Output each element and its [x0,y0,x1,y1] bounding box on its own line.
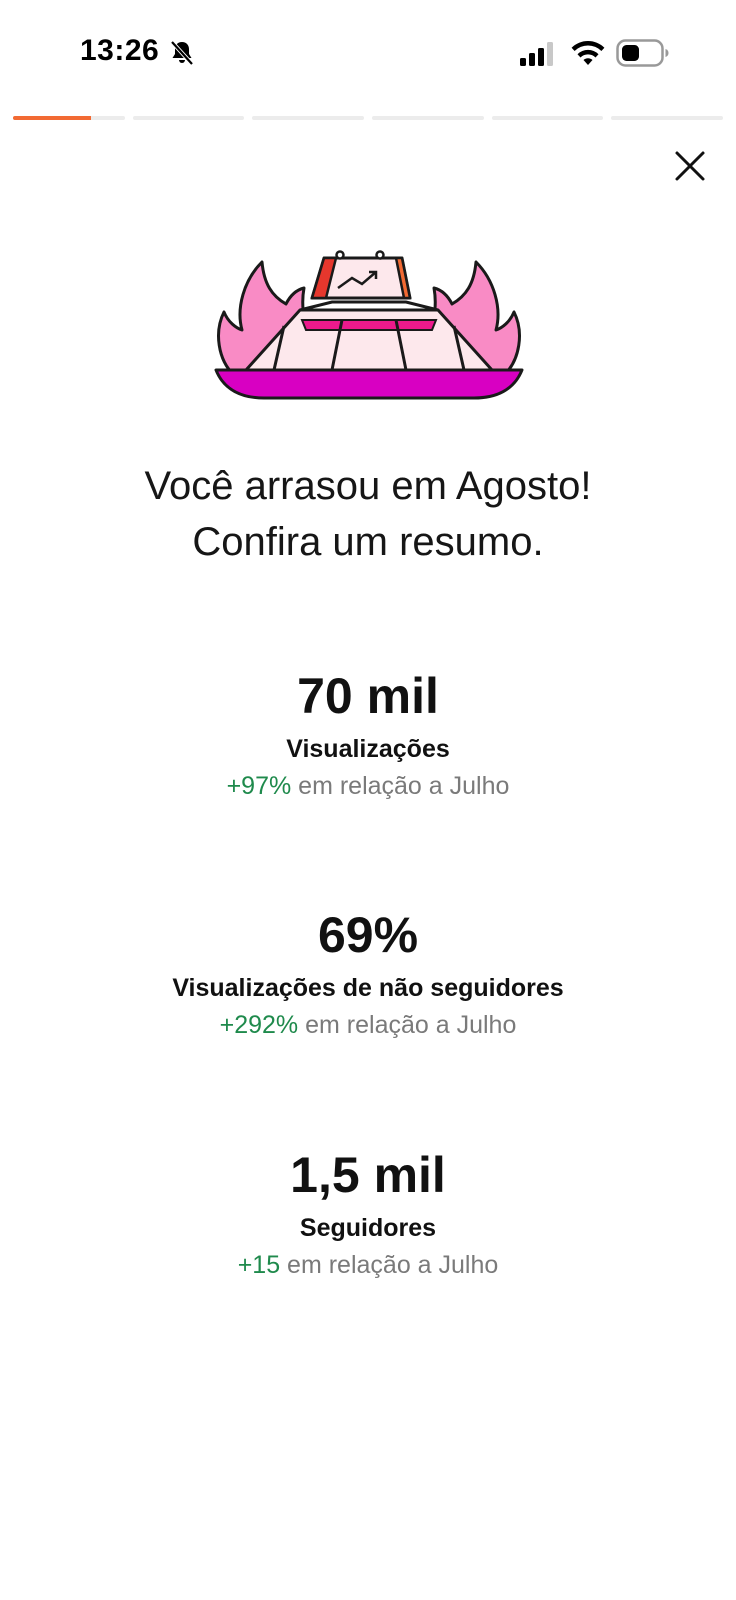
stat-change: +292% em relação a Julho [0,1009,736,1041]
stat-delta: +292% [219,1011,299,1039]
story-progress-bar [13,116,724,120]
stat-value: 70 mil [297,668,439,724]
status-time: 13:26 [80,34,160,67]
stat-comparison: em relação a Julho [291,772,510,800]
wifi-icon [571,41,605,65]
stat-followers: 1,5 mil Seguidores +15 em relação a Julh… [0,1145,736,1281]
stat-comparison: em relação a Julho [280,1251,499,1279]
close-icon[interactable] [668,144,712,188]
stat-change: +97% em relação a Julho [0,770,736,802]
stat-value: 1,5 mil [290,1147,446,1203]
stat-delta: +15 [237,1251,281,1279]
story-progress-segment-active [13,116,125,120]
stadium-fire-chart-icon [214,250,524,400]
status-bar: 13:26 [0,0,736,108]
stat-views: 70 mil Visualizações +97% em relação a J… [0,666,736,802]
headline-line-1: Você arrasou em Agosto! [144,464,592,508]
headline-line-2: Confira um resumo. [192,520,544,564]
story-progress-segment [491,116,604,120]
stat-label: Visualizações [286,735,450,763]
stat-delta: +97% [226,772,292,800]
story-progress-segment [372,116,484,120]
stat-comparison: em relação a Julho [298,1011,517,1039]
story-progress-segment [132,116,245,120]
stat-value: 69% [317,907,419,963]
story-progress-segment [611,116,724,120]
headline: Você arrasou em Agosto! Confira um resum… [0,458,736,570]
stat-label: Seguidores [299,1214,437,1242]
battery-icon [616,39,669,67]
bell-slash-icon [170,40,194,66]
stat-label: Visualizações de não seguidores [172,974,564,1002]
story-progress-segment [252,116,365,120]
stat-non-follower-views: 69% Visualizações de não seguidores +292… [0,905,736,1041]
stat-change: +15 em relação a Julho [0,1249,736,1281]
cellular-signal-icon [520,42,553,66]
